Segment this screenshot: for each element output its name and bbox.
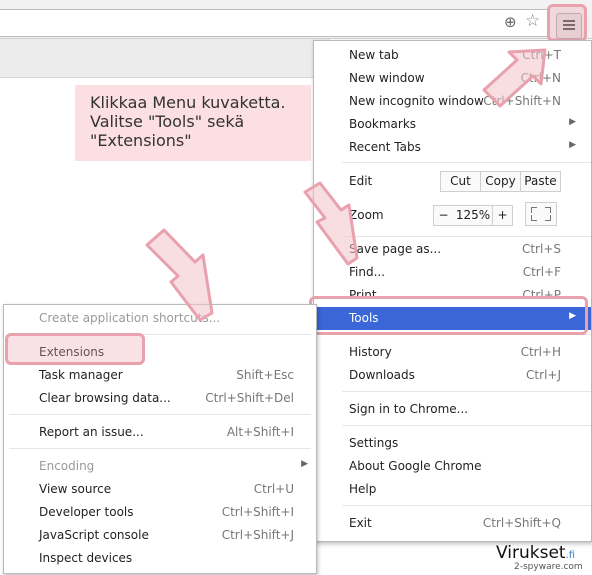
watermark-tagline: 2-spyware.com: [514, 562, 583, 572]
watermark-logo: Virukset.fi 2-spyware.com: [496, 543, 590, 573]
arrow-to-menu-icon: [482, 48, 547, 108]
watermark-brand: Virukset: [496, 543, 566, 563]
watermark-tld: .fi: [565, 550, 576, 561]
arrow-to-tools: [303, 181, 359, 266]
arrow-to-extensions-shape: [145, 228, 214, 322]
annotation-arrows: [145, 48, 547, 322]
